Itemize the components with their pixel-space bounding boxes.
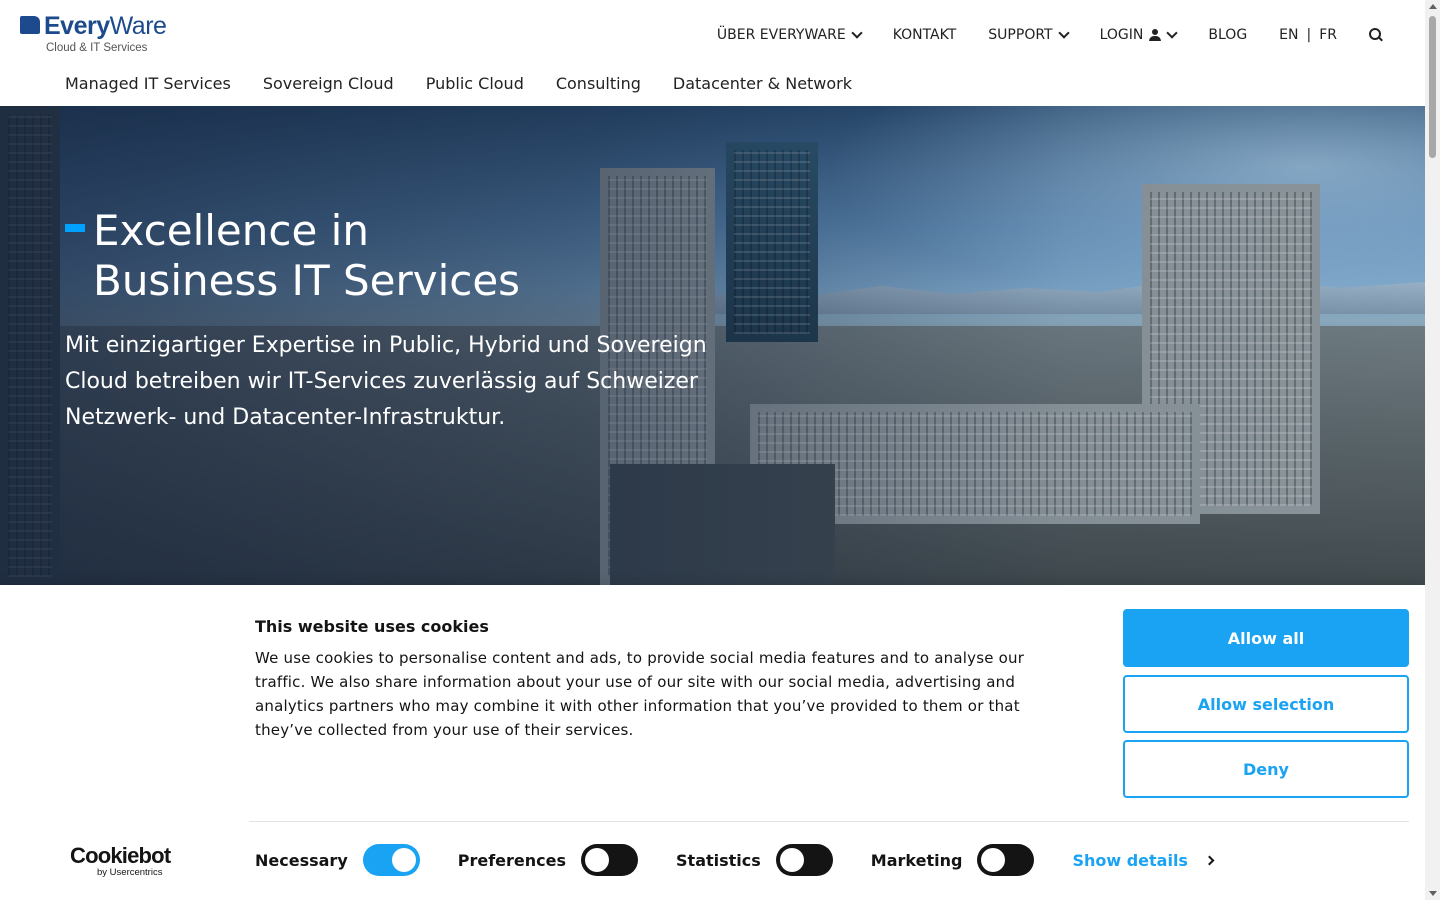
language-switcher: EN | FR [1279,27,1337,43]
mainnav-managed-it-services[interactable]: Managed IT Services [65,74,231,93]
chevron-down-icon [851,26,863,39]
nav-about-dropdown[interactable]: ÜBER EVERYWARE [716,26,863,43]
nav-blog-label: BLOG [1208,27,1248,43]
main-navigation: Managed IT Services Sovereign Cloud Publ… [65,74,884,93]
chevron-right-icon [1204,855,1215,865]
chevron-down-icon [1057,26,1070,39]
show-details-label: Show details [1072,850,1188,870]
cookiebot-logo[interactable]: Cookiebot by Usercentrics [70,845,180,879]
cookie-title: This website uses cookies [255,617,489,636]
hero-section: Excellence in Business IT Services Mit e… [0,106,1425,585]
toggle-group-marketing: Marketing [871,844,1035,876]
mainnav-public-cloud[interactable]: Public Cloud [426,74,524,93]
hero-description: Mit einzigartiger Expertise in Public, H… [65,333,707,430]
lang-fr-link[interactable]: FR [1319,27,1337,43]
cookiebot-logo-sub: by Usercentrics [97,867,163,878]
mainnav-datacenter-network[interactable]: Datacenter & Network [673,74,852,93]
consent-toggles: Necessary Preferences Statistics Marketi… [255,842,1215,878]
allow-all-button[interactable]: Allow all [1123,609,1409,667]
toggle-necessary[interactable] [362,844,420,876]
toggle-knob [981,848,1006,872]
nav-contact-link[interactable]: KONTAKT [893,27,957,43]
mainnav-sovereign-cloud[interactable]: Sovereign Cloud [263,74,394,93]
logo-mark-icon [20,16,40,34]
toggle-statistics[interactable] [775,844,833,876]
mainnav-consulting[interactable]: Consulting [556,74,641,93]
nav-login-label: LOGIN [1099,27,1144,43]
nav-support-label: SUPPORT [988,27,1053,43]
site-header: EveryWare Cloud & IT Services ÜBER EVERY… [0,0,1425,106]
logo-tagline: Cloud & IT Services [46,42,148,54]
toggle-group-statistics: Statistics [676,844,833,876]
lang-en-link[interactable]: EN [1279,27,1298,43]
nav-login-dropdown[interactable]: LOGIN [1099,26,1179,43]
scrollbar-thumb[interactable] [1429,16,1436,158]
toggle-label-statistics: Statistics [676,850,761,870]
nav-support-dropdown[interactable]: SUPPORT [988,26,1070,43]
show-details-link[interactable]: Show details [1072,850,1215,870]
toggle-label-preferences: Preferences [457,850,567,870]
cookie-banner: This website uses cookies We use cookies… [0,585,1425,900]
toggle-label-necessary: Necessary [255,850,348,870]
toggle-knob [391,848,416,872]
toggle-group-preferences: Preferences [457,844,639,876]
hero-title: Excellence in Business IT Services [93,206,520,306]
logo-word-ware: Ware [109,12,167,40]
nav-contact-label: KONTAKT [892,27,957,43]
hero-title-line2: Business IT Services [93,256,521,305]
allow-selection-button[interactable]: Allow selection [1123,675,1409,733]
logo-word-every: Every [44,12,110,40]
lang-separator: | [1306,27,1312,43]
user-icon [1149,29,1162,41]
toggle-group-necessary: Necessary [255,844,420,876]
page-scrollbar[interactable] [1425,0,1440,900]
nav-blog-link[interactable]: BLOG [1208,27,1247,43]
hero-accent-bar [65,224,85,232]
toggle-label-marketing: Marketing [870,850,963,870]
toggle-marketing[interactable] [977,844,1035,876]
scroll-down-arrow-icon[interactable] [1429,891,1437,896]
nav-about-label: ÜBER EVERYWARE [716,27,846,43]
cookiebot-logo-main: Cookiebot [70,843,171,868]
hero-title-line1: Excellence in [93,206,369,255]
logo-wordmark: EveryWare [44,12,167,41]
deny-button[interactable]: Deny [1123,740,1409,798]
scroll-up-arrow-icon[interactable] [1429,4,1437,9]
search-icon[interactable] [1369,28,1383,42]
cookie-description: We use cookies to personalise content an… [255,649,1025,739]
top-navigation: ÜBER EVERYWARE KONTAKT SUPPORT LOGIN BLO… [717,24,1383,46]
everyware-logo[interactable]: EveryWare Cloud & IT Services [20,12,180,60]
toggle-preferences[interactable] [581,844,639,876]
toggle-knob [779,848,804,872]
toggle-knob [585,848,610,872]
chevron-down-icon [1166,26,1179,39]
cookie-divider [249,821,1409,822]
